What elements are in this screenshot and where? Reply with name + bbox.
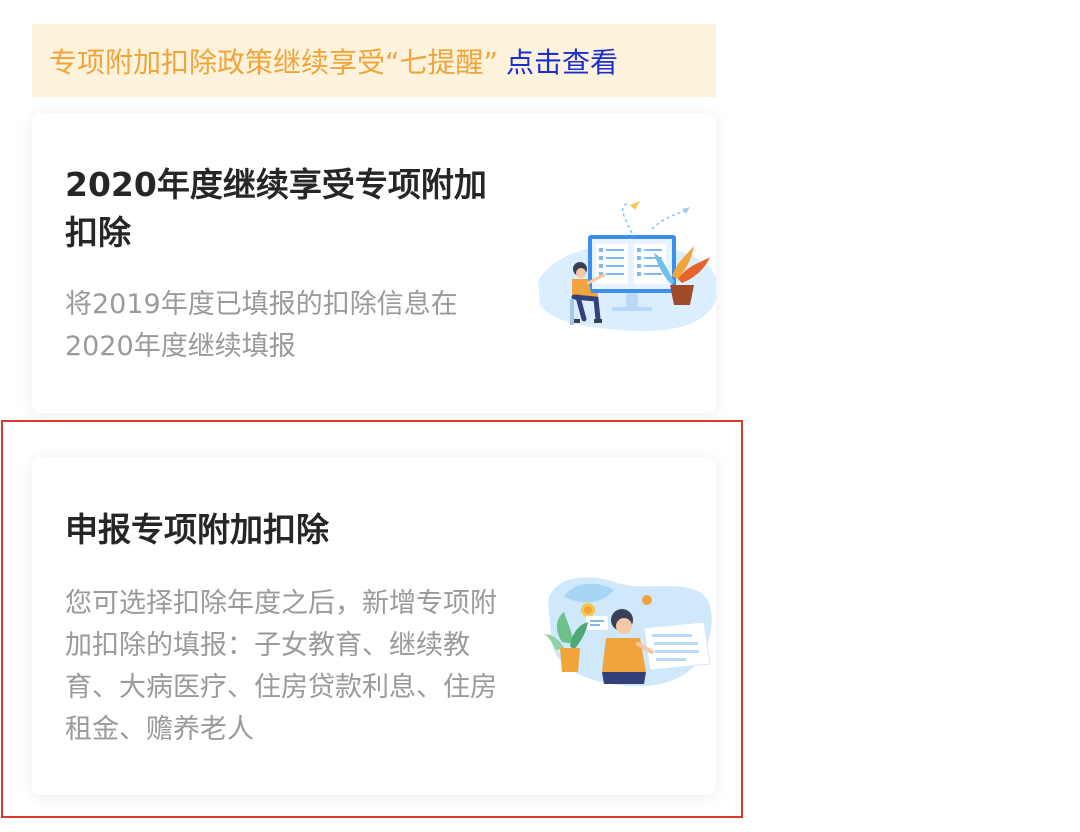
declare-deduction-card[interactable]: 申报专项附加扣除 您可选择扣除年度之后，新增专项附加扣除的填报：子女教育、继续教… [32, 457, 716, 795]
card-title: 申报专项附加扣除 [65, 510, 329, 549]
person-with-document-illustration [544, 577, 712, 687]
card-description: 将2019年度已填报的扣除信息在2020年度继续填报 [65, 289, 458, 362]
notice-text: 专项附加扣除政策继续享受“七提醒” [49, 45, 499, 79]
computer-form-person-illustration [538, 201, 716, 332]
continue-deduction-card[interactable]: 2020年度继续享受专项附加扣除 将2019年度已填报的扣除信息在2020年度继… [32, 113, 716, 413]
policy-notice-banner[interactable]: 专项附加扣除政策继续享受“七提醒” 点击查看 [32, 24, 716, 97]
page: 专项附加扣除政策继续享受“七提醒” 点击查看 2020年度继续享受专项附加扣除 … [0, 0, 1080, 832]
card-description: 您可选择扣除年度之后，新增专项附加扣除的填报：子女教育、继续教育、大病医疗、住房… [65, 588, 497, 745]
view-details-link[interactable]: 点击查看 [506, 41, 618, 81]
card-title: 2020年度继续享受专项附加扣除 [65, 165, 487, 252]
